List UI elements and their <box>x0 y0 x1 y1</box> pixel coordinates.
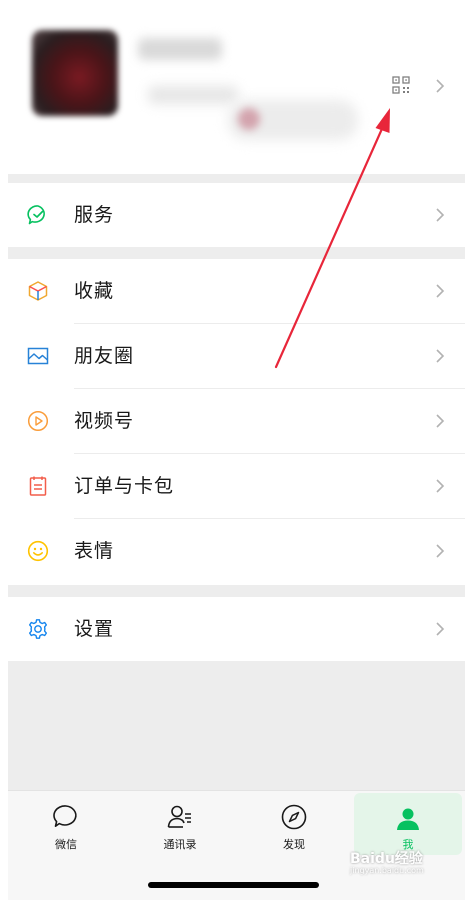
tab-label: 发现 <box>283 838 305 851</box>
avatar[interactable] <box>32 30 118 116</box>
image-icon <box>27 347 49 365</box>
chevron-right-icon <box>436 622 445 636</box>
menu-item-settings[interactable]: 设置 <box>8 597 465 661</box>
menu-item-moments[interactable]: 朋友圈 <box>8 324 465 388</box>
tab-discover[interactable]: 发现 <box>244 791 344 861</box>
ticket-icon <box>29 476 47 496</box>
watermark-sub: jingyan.baidu.com <box>350 866 424 875</box>
left-frame-edge <box>0 0 8 900</box>
tab-chats[interactable]: 微信 <box>16 791 116 861</box>
menu-item-label: 朋友圈 <box>74 345 135 367</box>
chevron-right-icon <box>436 479 445 493</box>
chevron-right-icon <box>436 208 445 222</box>
tab-label: 微信 <box>55 838 77 851</box>
chevron-right-icon <box>436 349 445 363</box>
cube-icon <box>28 281 48 301</box>
services-icon <box>27 205 45 225</box>
menu-item-channels[interactable]: 视频号 <box>8 389 465 453</box>
tab-label: 通讯录 <box>163 838 197 851</box>
compass-icon <box>281 804 307 830</box>
status-dot-blurred <box>238 108 260 130</box>
tab-contacts[interactable]: 通讯录 <box>130 791 230 861</box>
menu-item-services[interactable]: 服务 <box>8 183 465 247</box>
gear-icon <box>29 619 47 639</box>
watermark-logo: Baidu经验 jingyan.baidu.com <box>350 848 450 888</box>
menu-item-favorites[interactable]: 收藏 <box>8 259 465 323</box>
chevron-right-icon[interactable] <box>435 78 445 94</box>
home-indicator[interactable] <box>148 882 319 888</box>
menu-item-label: 视频号 <box>74 410 135 432</box>
menu-item-label: 表情 <box>74 540 115 562</box>
profile-header[interactable] <box>8 0 465 174</box>
chat-bubble-icon <box>53 805 77 827</box>
nickname-blurred <box>138 38 222 60</box>
watermark-main: Baidu经验 <box>350 851 423 867</box>
tab-me[interactable]: 我 <box>354 793 462 855</box>
smiley-icon <box>27 540 49 562</box>
settings-group: 设置 <box>8 597 465 661</box>
menu-item-label: 设置 <box>74 618 115 640</box>
wechat-id-blurred <box>148 86 238 104</box>
main-menu-group: 收藏 朋友圈 视频号 订单与卡包 表情 <box>8 259 465 585</box>
menu-item-label: 订单与卡包 <box>74 475 175 497</box>
me-screen: 服务 收藏 朋友圈 视频号 订单与卡包 表情 设置 微信 通讯录 发现 我 <box>8 0 465 900</box>
chevron-right-icon <box>436 544 445 558</box>
user-icon <box>397 808 419 830</box>
menu-item-orders[interactable]: 订单与卡包 <box>8 454 465 518</box>
menu-item-stickers[interactable]: 表情 <box>8 519 465 583</box>
menu-item-label: 收藏 <box>74 280 115 302</box>
chevron-right-icon <box>436 414 445 428</box>
contacts-icon <box>167 805 191 828</box>
menu-item-label: 服务 <box>74 204 115 226</box>
chevron-right-icon <box>436 284 445 298</box>
services-group: 服务 <box>8 183 465 247</box>
play-circle-icon <box>27 410 49 432</box>
qr-code-icon[interactable] <box>392 76 410 94</box>
